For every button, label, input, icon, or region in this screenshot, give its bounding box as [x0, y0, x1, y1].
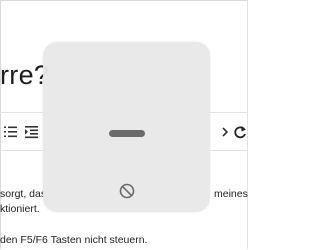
numbered-list-icon[interactable] — [4, 125, 18, 139]
body-line-2: ktioniert. — [0, 203, 40, 215]
not-allowed-icon — [119, 183, 135, 199]
indent-icon[interactable] — [25, 125, 39, 139]
page-title: rre? — [0, 60, 50, 90]
body-line-3: den F5/F6 Tasten nicht steuern. — [0, 234, 148, 246]
minimum-level-bar — [109, 130, 145, 137]
dropdown-chevron-icon[interactable] — [220, 125, 234, 139]
body-line-1-right: meines — [214, 188, 248, 200]
brightness-indicator-overlay — [43, 42, 210, 212]
body-line-1-left: sorgt, das — [0, 188, 47, 200]
redo-icon[interactable] — [233, 125, 247, 139]
